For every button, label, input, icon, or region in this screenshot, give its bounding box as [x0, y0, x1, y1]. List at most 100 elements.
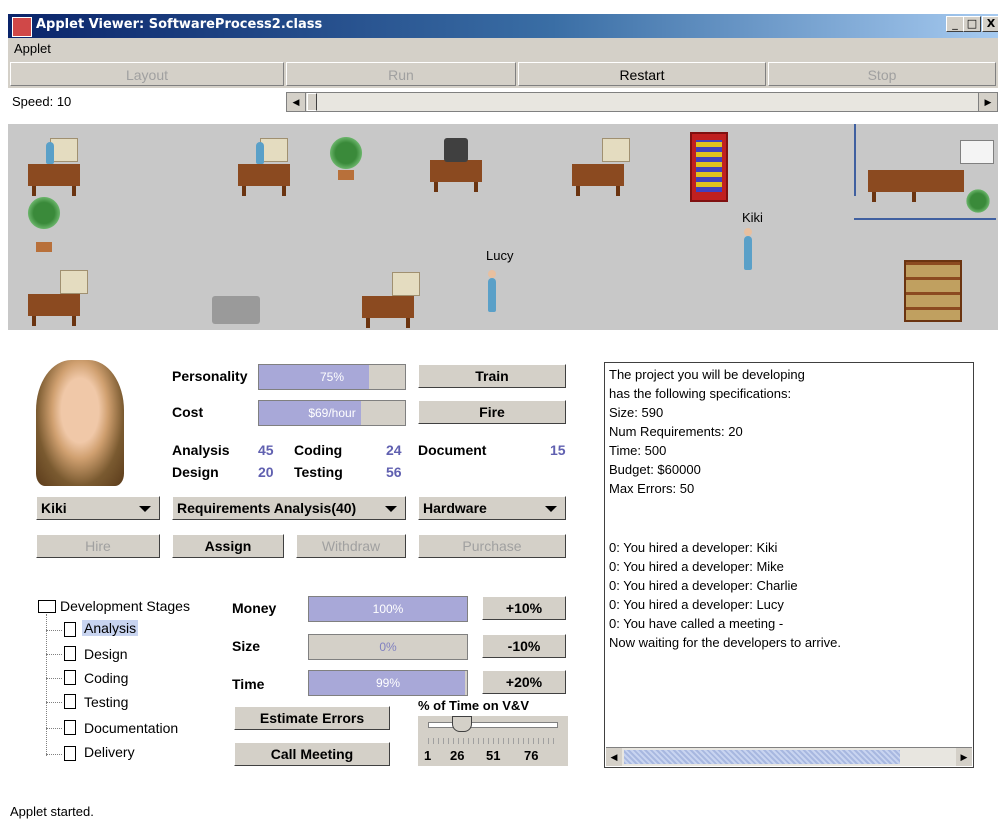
analysis-skill-value: 45: [258, 442, 274, 458]
toolbar: Layout Run Restart Stop: [8, 60, 998, 88]
computer-icon: [260, 138, 288, 162]
hire-button[interactable]: Hire: [36, 534, 160, 558]
design-skill-value: 20: [258, 464, 274, 480]
file-icon: [64, 622, 76, 637]
scroll-right-icon[interactable]: ▶: [956, 748, 972, 766]
call-meeting-button[interactable]: Call Meeting: [234, 742, 390, 766]
speed-thumb[interactable]: [307, 93, 317, 111]
developer-photo: [36, 360, 124, 486]
testing-skill-label: Testing: [294, 464, 343, 480]
vv-slider-thumb[interactable]: [452, 716, 472, 732]
wall: [854, 124, 856, 196]
vv-label: % of Time on V&V: [418, 698, 529, 713]
design-skill-label: Design: [172, 464, 219, 480]
scroll-right-icon[interactable]: ▶: [978, 93, 997, 111]
developer-sprite-kiki[interactable]: [744, 236, 752, 270]
speed-scrollbar[interactable]: ◀ ▶: [286, 92, 998, 112]
time-label: Time: [232, 676, 265, 692]
personality-label: Personality: [172, 368, 248, 384]
analysis-skill-label: Analysis: [172, 442, 230, 458]
tree-item-analysis[interactable]: Analysis: [82, 620, 139, 636]
close-button[interactable]: X: [982, 16, 998, 32]
fire-button[interactable]: Fire: [418, 400, 566, 424]
tree-item-delivery[interactable]: Delivery: [84, 744, 135, 760]
time-plus-20-button[interactable]: +20%: [482, 670, 566, 694]
layout-button[interactable]: Layout: [10, 62, 284, 86]
file-icon: [64, 746, 76, 761]
chevron-down-icon: [385, 506, 397, 512]
tree-connector: [46, 728, 62, 729]
run-button[interactable]: Run: [286, 62, 516, 86]
tree-item-testing[interactable]: Testing: [84, 694, 128, 710]
testing-skill-value: 56: [386, 464, 402, 480]
train-button[interactable]: Train: [418, 364, 566, 388]
computer-icon: [392, 272, 420, 296]
size-bar: 0%: [308, 634, 468, 660]
developer-head: [488, 270, 496, 278]
item-select[interactable]: Hardware: [418, 496, 566, 520]
log-horizontal-scrollbar[interactable]: ◀ ▶: [606, 747, 972, 766]
coding-skill-label: Coding: [294, 442, 343, 458]
control-panel: Personality 75% Train Cost $69/hour Fire…: [8, 330, 998, 800]
developer-select[interactable]: Kiki: [36, 496, 160, 520]
desk: [430, 160, 482, 192]
developer-sprite: [46, 142, 54, 164]
vending-display: [696, 140, 722, 192]
log-line: 0: You hired a developer: Kiki: [609, 540, 778, 555]
developer-head: [744, 228, 752, 236]
scroll-left-icon[interactable]: ◀: [606, 748, 622, 766]
tree-root-development-stages[interactable]: Development Stages: [60, 598, 190, 614]
restart-button[interactable]: Restart: [518, 62, 766, 86]
vv-tick-label: 1: [424, 748, 432, 763]
plant-icon: [326, 136, 366, 170]
task-select[interactable]: Requirements Analysis(40): [172, 496, 406, 520]
file-icon: [64, 720, 76, 735]
computer-icon: [60, 270, 88, 294]
tree-connector: [46, 678, 62, 679]
chevron-down-icon: [545, 506, 557, 512]
money-value: 100%: [372, 602, 404, 616]
tree-item-design[interactable]: Design: [84, 646, 128, 662]
log-line: The project you will be developing: [609, 367, 805, 382]
maximize-button[interactable]: □: [963, 16, 981, 32]
meeting-table: [868, 170, 964, 202]
size-minus-10-button[interactable]: -10%: [482, 634, 566, 658]
minimize-button[interactable]: _: [946, 16, 964, 32]
log-scroll-thumb[interactable]: [624, 750, 900, 764]
message-log[interactable]: The project you will be developing has t…: [604, 362, 974, 768]
stop-button[interactable]: Stop: [768, 62, 996, 86]
document-skill-label: Document: [418, 442, 487, 458]
developer-sprite-lucy[interactable]: [488, 278, 496, 312]
assign-button[interactable]: Assign: [172, 534, 284, 558]
chevron-down-icon: [139, 506, 151, 512]
copier-icon: [212, 296, 260, 324]
desk: [238, 164, 290, 196]
size-label: Size: [232, 638, 261, 654]
tree-connector: [46, 630, 62, 631]
desk: [28, 294, 80, 326]
money-plus-10-button[interactable]: +10%: [482, 596, 566, 620]
cost-value: $69/hour: [308, 406, 356, 420]
withdraw-button[interactable]: Withdraw: [296, 534, 406, 558]
vv-tick-label: 76: [524, 748, 539, 763]
estimate-errors-button[interactable]: Estimate Errors: [234, 706, 390, 730]
plant-icon: [24, 196, 64, 230]
log-line: Num Requirements: 20: [609, 424, 743, 439]
plant-pot: [338, 170, 354, 180]
tree-connector: [46, 614, 47, 756]
computer-icon: [602, 138, 630, 162]
menu-applet[interactable]: Applet: [14, 41, 51, 56]
vv-slider[interactable]: 1 26 51 76: [418, 716, 568, 766]
purchase-button[interactable]: Purchase: [418, 534, 566, 558]
money-bar: 100%: [308, 596, 468, 622]
developer-select-value: Kiki: [41, 500, 67, 516]
desk: [362, 296, 414, 328]
log-line: Size: 590: [609, 405, 664, 420]
vv-slider-track: [428, 722, 558, 728]
scroll-left-icon[interactable]: ◀: [287, 93, 306, 111]
file-icon: [64, 694, 76, 709]
developer-sprite: [256, 142, 264, 164]
log-line: Max Errors: 50: [609, 481, 695, 496]
tree-item-coding[interactable]: Coding: [84, 670, 128, 686]
tree-item-documentation[interactable]: Documentation: [84, 720, 178, 736]
